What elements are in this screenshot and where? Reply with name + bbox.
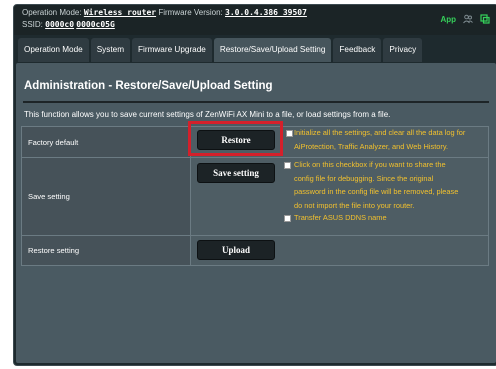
- title-divider: [23, 101, 489, 103]
- settings-table: Factory default Restore Initialize all t…: [21, 121, 489, 266]
- factory-default-row: Factory default Restore Initialize all t…: [21, 121, 489, 158]
- transfer-ddns-label: Transfer ASUS DDNS name: [294, 213, 387, 222]
- status-bar: Operation Mode: Wireless router Firmware…: [14, 5, 496, 35]
- router-admin-window: Operation Mode: Wireless router Firmware…: [13, 4, 496, 366]
- usb-icon[interactable]: [480, 14, 490, 24]
- share-config-line2: config file for debugging. Since the ori…: [294, 173, 434, 183]
- ssid-5g[interactable]: 0000c05G: [76, 20, 115, 29]
- share-config-line4: do not import the file into your router.: [294, 200, 415, 210]
- status-icons: App: [440, 14, 490, 24]
- firmware-link[interactable]: 3.0.0.4.386 39507: [225, 8, 307, 17]
- share-config-line3: password in the config file will be remo…: [294, 187, 459, 196]
- share-config-line1: Click on this checkbox if you want to sh…: [294, 160, 446, 169]
- settings-panel: Administration - Restore/Save/Upload Set…: [16, 63, 496, 363]
- ssid-info: SSID: 0000c0 0000c05G: [22, 20, 115, 29]
- users-icon[interactable]: [463, 14, 473, 24]
- tab-system[interactable]: System: [90, 38, 131, 62]
- factory-default-content: Restore Initialize all the settings, and…: [188, 121, 489, 158]
- restore-setting-content: Upload: [190, 235, 489, 266]
- ssid-label: SSID:: [22, 20, 43, 29]
- clear-data-log-checkbox[interactable]: [286, 130, 293, 137]
- operation-info: Operation Mode: Wireless router Firmware…: [22, 8, 307, 17]
- ssid-2g[interactable]: 0000c0: [45, 20, 74, 29]
- admin-tabs: Operation Mode System Firmware Upgrade R…: [18, 38, 423, 62]
- upload-button[interactable]: Upload: [197, 240, 275, 260]
- op-mode-link[interactable]: Wireless router: [84, 8, 156, 17]
- firmware-label: Firmware Version:: [158, 8, 223, 17]
- page-title: Administration - Restore/Save/Upload Set…: [24, 80, 273, 92]
- app-link[interactable]: App: [440, 15, 456, 24]
- op-mode-label: Operation Mode:: [22, 8, 82, 17]
- restore-setting-row: Restore setting Upload: [21, 235, 489, 266]
- factory-default-label: Factory default: [21, 126, 191, 158]
- tab-privacy[interactable]: Privacy: [383, 38, 423, 62]
- page-description: This function allows you to save current…: [24, 110, 391, 119]
- share-config-checkbox[interactable]: [284, 162, 291, 169]
- save-setting-row: Save setting Save setting Click on this …: [21, 157, 489, 236]
- clear-data-log-text: Initialize all the settings, and clear a…: [294, 126, 484, 153]
- tab-firmware-upgrade[interactable]: Firmware Upgrade: [132, 38, 212, 62]
- restore-button[interactable]: Restore: [197, 130, 275, 150]
- restore-setting-label: Restore setting: [21, 235, 191, 266]
- tab-restore-save-upload[interactable]: Restore/Save/Upload Setting: [213, 38, 332, 62]
- clear-data-log-line1: Initialize all the settings, and clear a…: [294, 128, 466, 137]
- tab-operation-mode[interactable]: Operation Mode: [18, 38, 89, 62]
- save-setting-label: Save setting: [21, 157, 191, 236]
- save-setting-content: Save setting Click on this checkbox if y…: [190, 157, 489, 236]
- save-setting-button[interactable]: Save setting: [197, 163, 275, 183]
- tab-feedback[interactable]: Feedback: [333, 38, 382, 62]
- share-config-text: Click on this checkbox if you want to sh…: [294, 158, 484, 212]
- transfer-ddns-checkbox[interactable]: [284, 215, 291, 222]
- clear-data-log-line2: AiProtection, Traffic Analyzer, and Web …: [294, 141, 449, 151]
